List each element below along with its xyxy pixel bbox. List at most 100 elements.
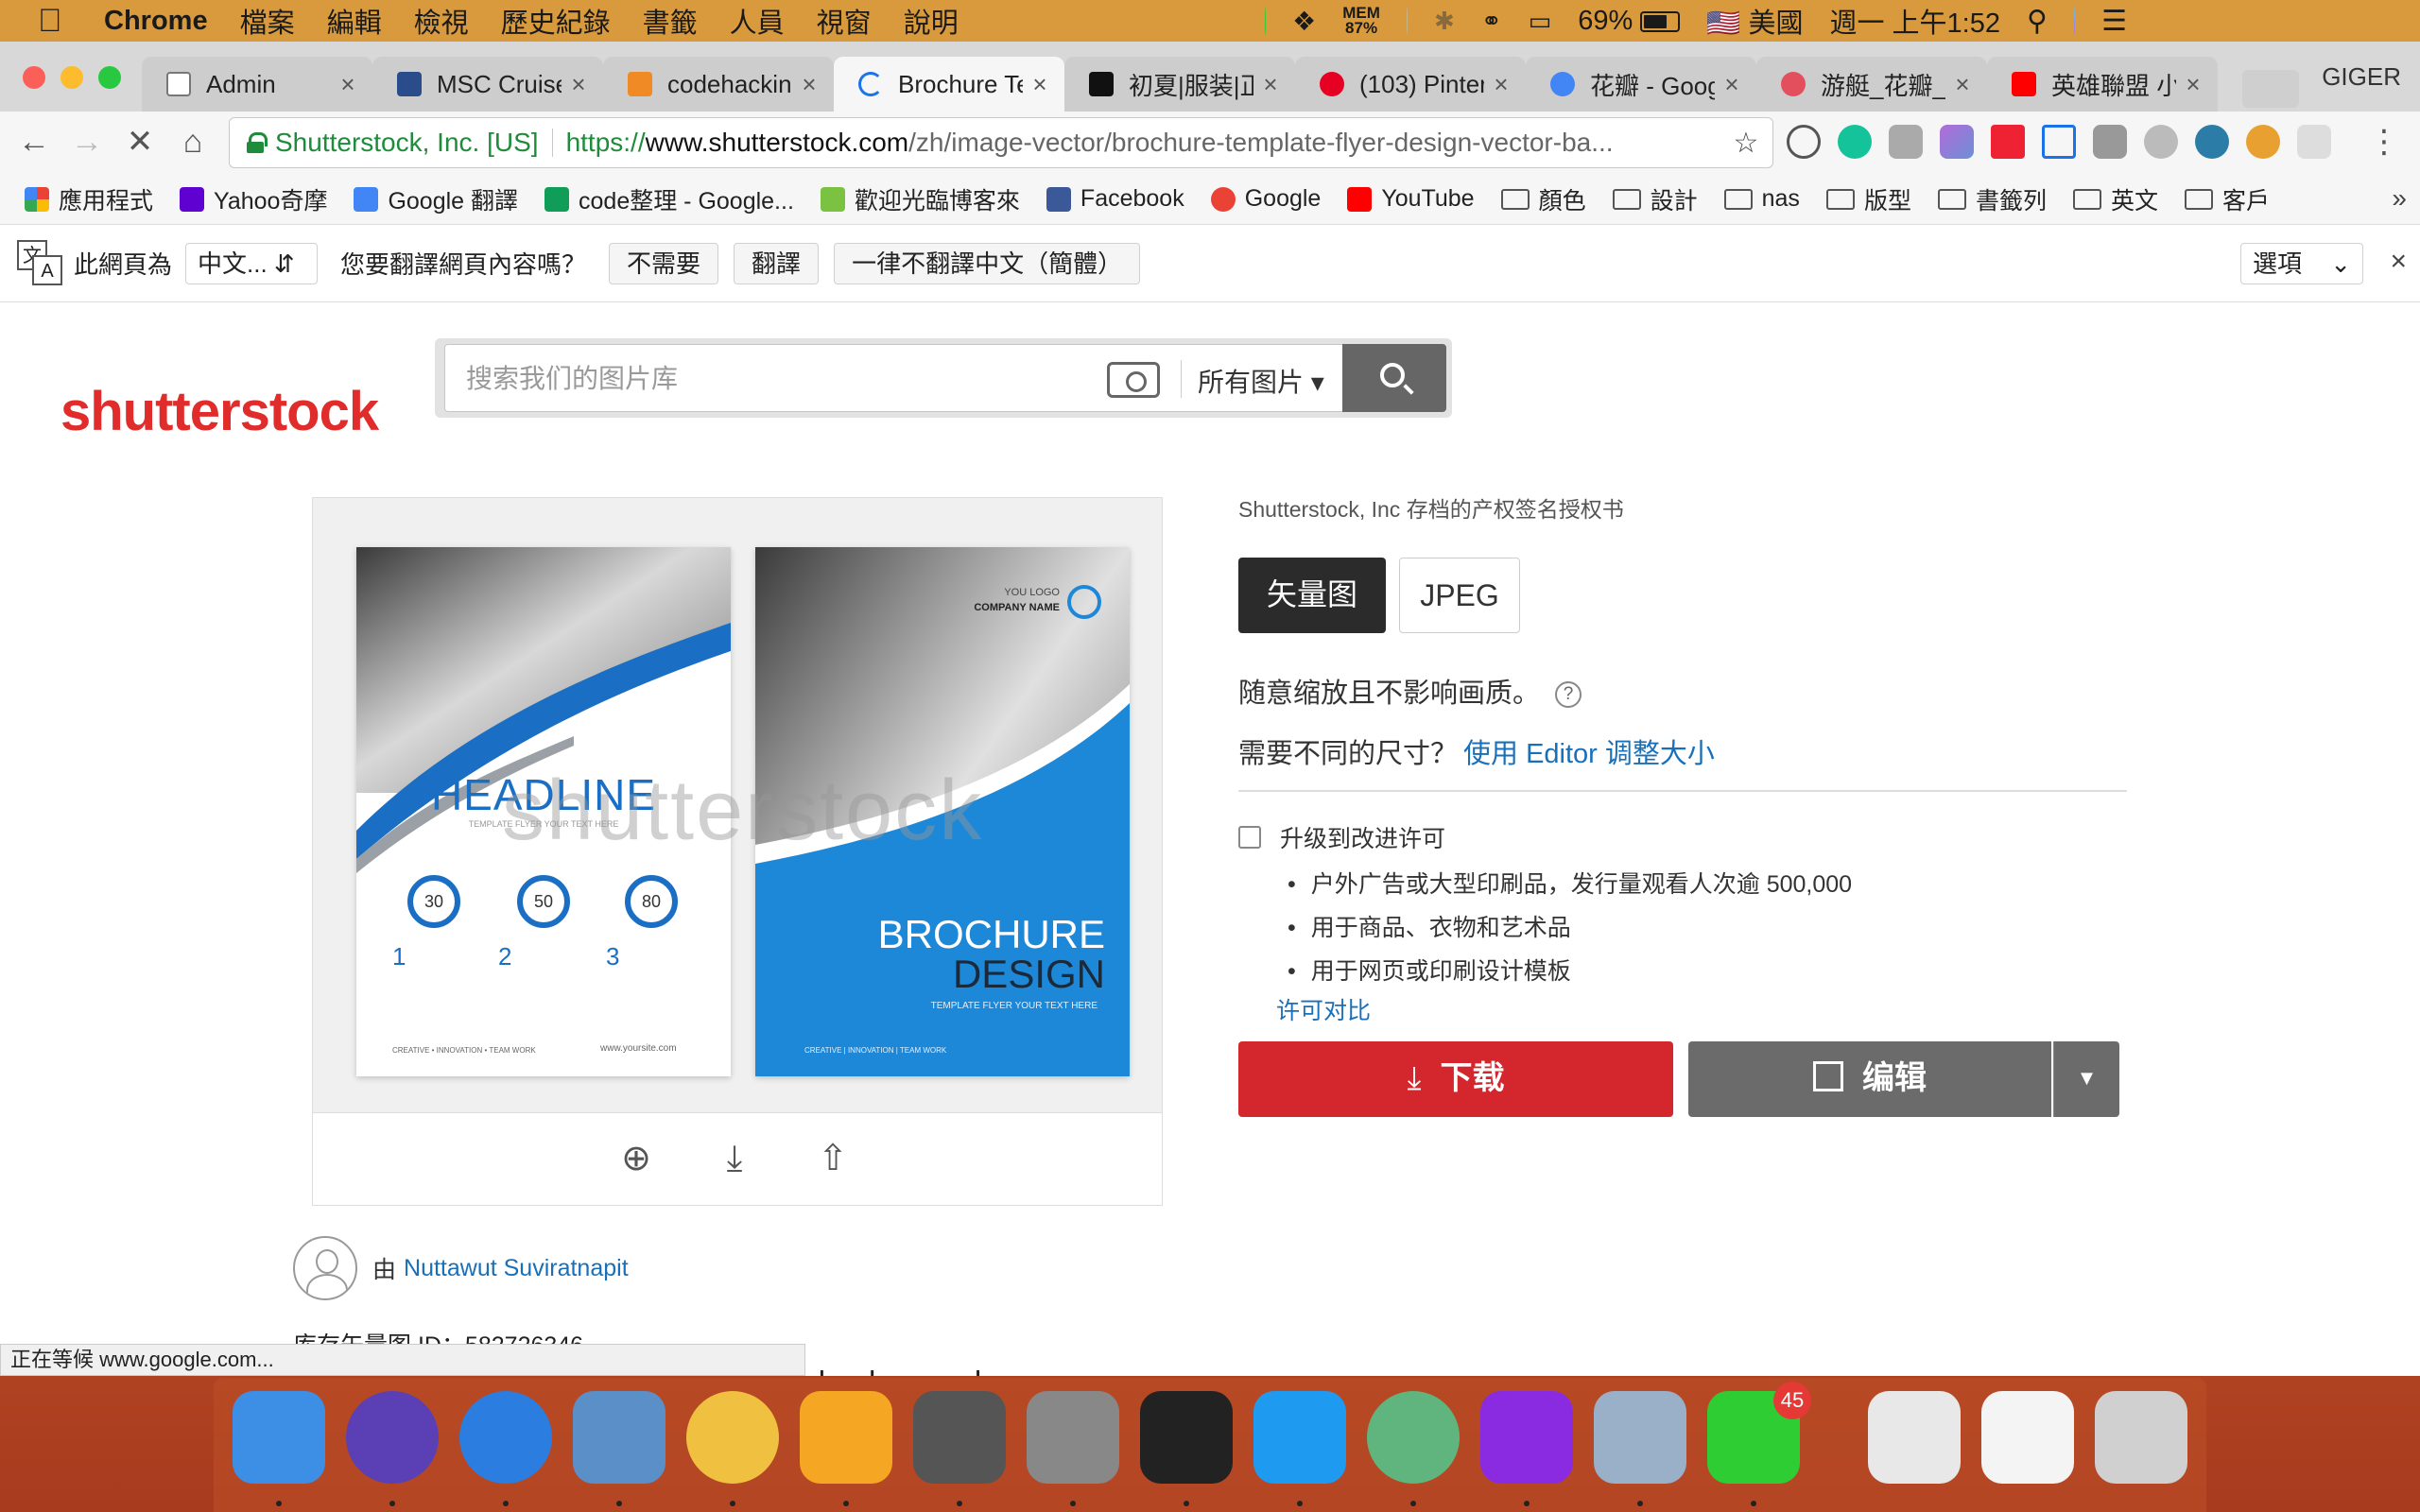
grammarly-icon[interactable] (1838, 125, 1872, 159)
gear-extension-icon[interactable] (2144, 125, 2178, 159)
camera-extension-icon[interactable] (1889, 125, 1923, 159)
close-tab-icon[interactable]: × (1490, 70, 1512, 99)
close-tab-icon[interactable]: × (1259, 70, 1282, 99)
spotlight-icon[interactable]: ⚲ (2027, 5, 2048, 38)
upgrade-license-option[interactable]: 升级到改进许可 (1238, 820, 1445, 854)
close-tab-icon[interactable]: × (1028, 70, 1051, 99)
menu-help[interactable]: 說明 (904, 1, 959, 41)
close-tab-icon[interactable]: × (337, 70, 359, 99)
menu-view[interactable]: 檢視 (414, 1, 469, 41)
bookmark-google[interactable]: Google (1210, 185, 1321, 213)
download-comp-icon[interactable]: ⤓ (714, 1140, 755, 1181)
image-type-dropdown[interactable]: 所有图片 ▾ (1198, 362, 1324, 400)
bookmark-folder-colors[interactable]: 顏色 (1500, 182, 1586, 216)
edit-button[interactable]: 编辑 (1688, 1041, 2051, 1117)
memory-status[interactable]: MEM 87% (1342, 5, 1380, 36)
dock-utility-icon[interactable] (1594, 1391, 1686, 1484)
resize-with-editor-link[interactable]: 使用 Editor 调整大小 (1463, 739, 1715, 769)
airplay-icon[interactable]: ▭ (1529, 7, 1552, 36)
dock-mail-icon[interactable] (573, 1391, 666, 1484)
notification-center-icon[interactable]: ☰ (2101, 5, 2127, 38)
close-window-button[interactable] (23, 66, 45, 89)
tab-brochure[interactable]: Brochure Te × (834, 57, 1064, 112)
menu-bookmarks[interactable]: 書籤 (643, 1, 698, 41)
close-tab-icon[interactable]: × (798, 70, 821, 99)
source-language-select[interactable]: 中文... ⇵ (185, 242, 319, 284)
line-status-icon[interactable] (1265, 7, 1267, 35)
menu-file[interactable]: 檔案 (240, 1, 295, 41)
input-source[interactable]: 🇺🇸 美國 (1706, 1, 1803, 41)
bookmark-apps[interactable]: 應用程式 (25, 182, 153, 216)
never-translate-button[interactable]: 一律不翻譯中文（簡體） (834, 242, 1141, 284)
dock-pages-icon[interactable] (800, 1391, 892, 1484)
bookmark-youtube[interactable]: YouTube (1347, 185, 1475, 213)
share-icon[interactable]: ⇧ (812, 1140, 854, 1181)
battery-status[interactable]: 69% (1578, 6, 1681, 37)
menu-history[interactable]: 歷史紀錄 (501, 1, 611, 41)
chrome-menu-icon[interactable]: ⋮ (2363, 121, 2405, 163)
dock-trash-icon[interactable] (2095, 1391, 2187, 1484)
dock-phpstorm-icon[interactable] (1480, 1391, 1573, 1484)
bookmark-code-sheet[interactable]: code整理 - Google... (544, 182, 794, 216)
translate-button[interactable]: 翻譯 (734, 242, 820, 284)
bookmark-google-translate[interactable]: Google 翻譯 (354, 182, 518, 216)
menu-edit[interactable]: 編輯 (327, 1, 382, 41)
circle-extension-icon[interactable] (2195, 125, 2229, 159)
compare-licenses-link[interactable]: 许可对比 (1276, 992, 1371, 1026)
address-bar[interactable]: Shutterstock, Inc. [US] https://www.shut… (229, 117, 1773, 168)
close-translate-bar-icon[interactable]: × (2390, 246, 2407, 278)
upgrade-license-checkbox[interactable] (1238, 826, 1261, 849)
avatar-icon[interactable] (293, 1236, 357, 1300)
tab-admin[interactable]: Admin × (142, 57, 372, 112)
siri-menu-icon[interactable] (2073, 7, 2076, 35)
clock[interactable]: 週一 上午1:52 (1830, 1, 2001, 41)
help-icon[interactable]: ? (1555, 681, 1582, 709)
close-tab-icon[interactable]: × (1720, 70, 1743, 99)
tab-google-huaban[interactable]: 花瓣 - Goog × (1526, 57, 1756, 112)
bookmark-books[interactable]: 歡迎光臨博客來 (820, 182, 1020, 216)
camera-search-icon[interactable] (1107, 362, 1160, 398)
dock-chrome-window-icon[interactable] (1981, 1391, 2074, 1484)
dock-chrome-icon[interactable] (686, 1391, 779, 1484)
dock-atom-icon[interactable] (1367, 1391, 1460, 1484)
dock-app-store-icon[interactable] (1253, 1391, 1346, 1484)
tab-yacht[interactable]: 游艇_花瓣_采 × (1756, 57, 1987, 112)
tab-codehacking[interactable]: codehacking × (603, 57, 834, 112)
window-extension-icon[interactable] (2297, 125, 2331, 159)
dropbox-icon[interactable]: ❖ (1292, 6, 1316, 37)
edit-dropdown-button[interactable]: ▼ (2053, 1041, 2119, 1117)
url-text[interactable]: https://www.shutterstock.com/zh/image-ve… (566, 128, 1727, 158)
add-to-collection-icon[interactable]: ⊕ (615, 1140, 657, 1181)
bookmark-star-icon[interactable]: ☆ (1727, 127, 1765, 160)
dock-document-icon[interactable] (1868, 1391, 1961, 1484)
no-translate-button[interactable]: 不需要 (609, 242, 719, 284)
pen-extension-icon[interactable] (1940, 125, 1974, 159)
forward-icon[interactable]: → (66, 121, 108, 163)
bookmark-folder-english[interactable]: 英文 (2072, 182, 2158, 216)
app-menu[interactable]: Chrome (104, 6, 208, 37)
menu-window[interactable]: 視窗 (817, 1, 872, 41)
bookmark-folder-design[interactable]: 設計 (1612, 182, 1698, 216)
dock-safari-icon[interactable] (459, 1391, 552, 1484)
lock-icon[interactable] (247, 132, 268, 153)
minimize-window-button[interactable] (60, 66, 83, 89)
dock-terminal-icon[interactable] (1140, 1391, 1233, 1484)
dock-system-preferences-icon[interactable] (1027, 1391, 1119, 1484)
bookmark-yahoo[interactable]: Yahoo奇摩 (180, 182, 327, 216)
apple-menu-icon[interactable]:  (38, 5, 70, 37)
search-input[interactable] (466, 362, 1052, 396)
profile-name[interactable]: GIGER (2322, 62, 2401, 92)
home-icon[interactable]: ⌂ (172, 121, 214, 163)
bluetooth-icon[interactable]: ✱ (1434, 7, 1455, 36)
bookmark-folder-layout[interactable]: 版型 (1825, 182, 1911, 216)
download-button[interactable]: ⤓ 下载 (1238, 1041, 1673, 1117)
bookmark-folder-nas[interactable]: nas (1723, 185, 1800, 213)
tab-pinterest[interactable]: (103) Pinter × (1295, 57, 1526, 112)
dock-sublime-text-icon[interactable] (913, 1391, 1006, 1484)
new-tab-button[interactable] (2242, 70, 2299, 108)
back-icon[interactable]: ← (13, 121, 55, 163)
tab-league[interactable]: 英雄聯盟 小 × (1987, 57, 2218, 112)
shutterstock-logo[interactable]: shutterstock (60, 380, 379, 443)
bookmarks-overflow-icon[interactable]: » (2392, 183, 2407, 214)
translate-options-select[interactable]: 選項 ⌄ (2240, 243, 2363, 284)
